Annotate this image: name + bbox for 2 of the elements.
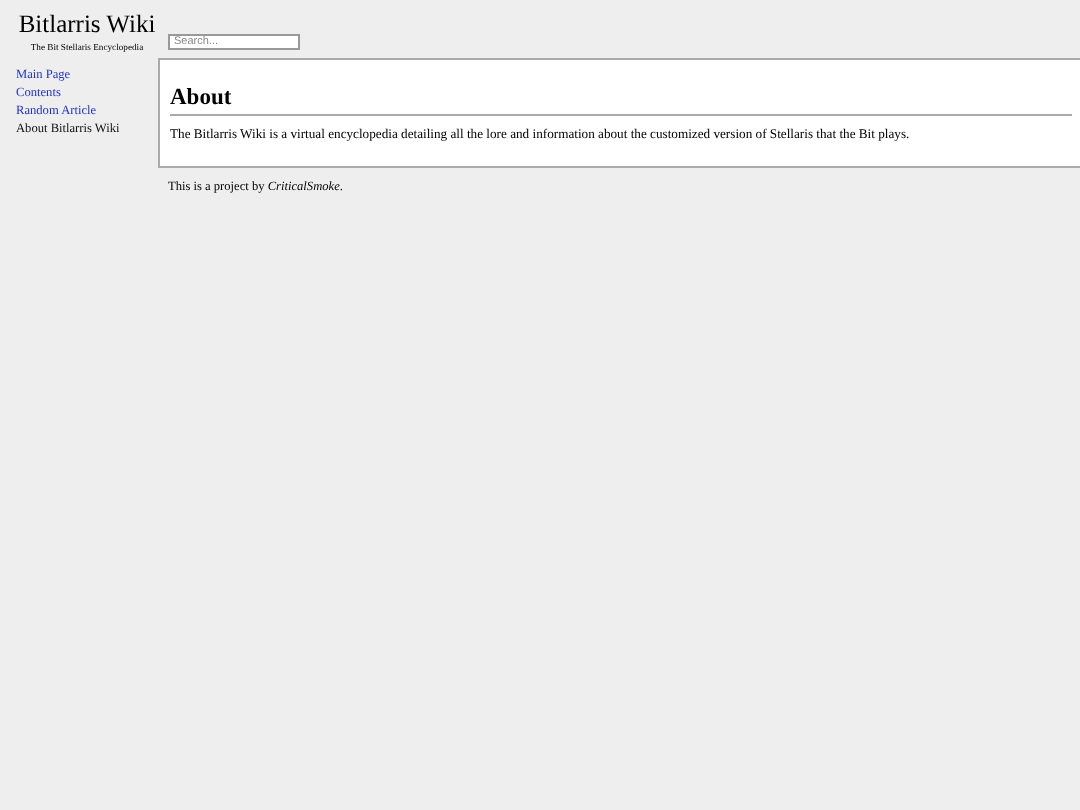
site-title: Bitlarris Wiki [16,8,158,38]
article-heading: About [170,84,1072,116]
